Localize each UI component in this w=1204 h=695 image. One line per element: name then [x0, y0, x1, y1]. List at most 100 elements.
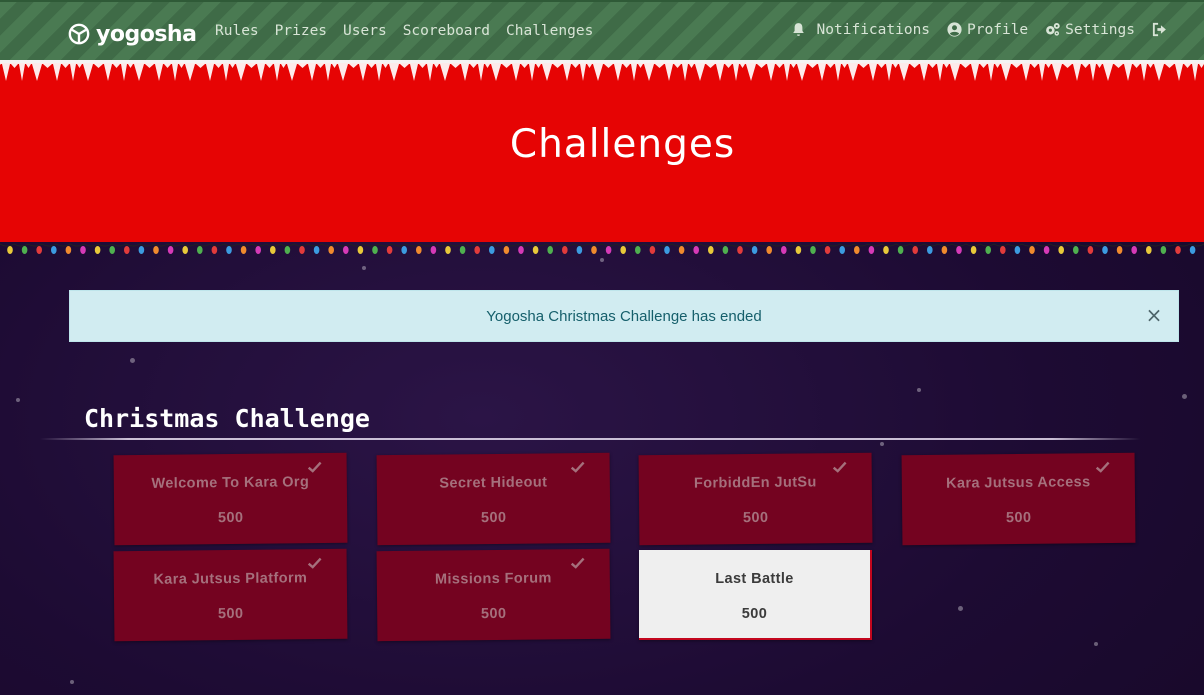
notifications-label: Notifications	[816, 21, 931, 38]
light-bulb	[386, 246, 393, 254]
nav-users-link[interactable]: Users	[343, 23, 387, 39]
light-bulb	[897, 246, 904, 254]
category-title: Christmas Challenge	[84, 404, 370, 433]
snowflake	[16, 398, 20, 402]
light-bulb	[766, 246, 772, 254]
light-bulb	[868, 246, 875, 254]
challenge-card[interactable]: Welcome To Kara Org 500	[113, 452, 348, 546]
light-bulb	[489, 246, 495, 254]
light-bulb	[1029, 246, 1035, 254]
settings-label: Settings	[1065, 21, 1135, 38]
light-bulb	[1131, 246, 1137, 254]
nav-scoreboard-link[interactable]: Scoreboard	[403, 23, 490, 39]
light-bulb	[182, 246, 188, 254]
light-bulb	[605, 246, 612, 254]
light-bulb	[810, 246, 816, 254]
light-bulb	[459, 246, 466, 254]
light-bulb	[255, 246, 261, 254]
challenge-points: 500	[1005, 509, 1032, 527]
check-icon	[570, 557, 585, 569]
light-bulb	[1058, 246, 1064, 254]
yogosha-logo-icon	[68, 23, 90, 45]
challenge-points: 500	[480, 509, 507, 527]
challenge-name: Kara Jutsus Access	[946, 474, 1091, 492]
light-bulb	[211, 246, 218, 254]
nav-notifications-link[interactable]: Notifications	[790, 21, 931, 38]
light-bulb	[649, 246, 656, 254]
light-bulb	[226, 246, 232, 254]
light-bulb	[313, 246, 320, 254]
nav-profile-link[interactable]: Profile	[946, 21, 1028, 38]
challenge-card[interactable]: Kara Jutsus Access 500	[901, 452, 1136, 546]
light-bulb	[970, 246, 977, 254]
top-navbar: yogosha Rules Prizes Users Scoreboard Ch…	[0, 0, 1204, 60]
category-divider	[40, 438, 1140, 440]
nav-challenges-link[interactable]: Challenges	[506, 23, 593, 39]
challenge-card[interactable]: Secret Hideout 500	[376, 452, 611, 546]
check-icon	[832, 461, 847, 473]
light-bulb	[722, 246, 729, 254]
challenge-ended-alert: Yogosha Christmas Challenge has ended ×	[69, 290, 1179, 342]
light-bulb	[138, 246, 145, 254]
light-bulb	[1146, 246, 1152, 254]
challenge-points: 500	[480, 605, 507, 623]
brand-logo-link[interactable]: yogosha	[68, 20, 197, 48]
challenge-points: 500	[741, 606, 768, 622]
nav-prizes-link[interactable]: Prizes	[275, 23, 327, 39]
challenge-name: Secret Hideout	[439, 474, 548, 492]
gears-icon	[1046, 22, 1060, 36]
light-bulb	[985, 246, 991, 254]
nav-settings-link[interactable]: Settings	[1044, 21, 1135, 38]
check-icon	[1095, 461, 1110, 473]
nav-logout-link[interactable]	[1151, 21, 1168, 38]
light-bulb	[664, 246, 670, 254]
main-nav-links: Rules Prizes Users Scoreboard Challenges	[215, 23, 593, 39]
light-bulb	[708, 246, 714, 254]
light-bulb	[1175, 246, 1181, 254]
challenge-name: Welcome To Kara Org	[151, 474, 310, 492]
light-bulb	[445, 246, 451, 254]
light-bulb	[503, 246, 510, 254]
light-bulb	[94, 246, 101, 254]
bell-icon	[792, 23, 804, 36]
challenge-points: 500	[217, 605, 244, 623]
nav-rules-link[interactable]: Rules	[215, 23, 259, 39]
alert-close-button[interactable]: ×	[1142, 303, 1166, 327]
challenge-card-open[interactable]: Last Battle 500	[639, 550, 872, 640]
light-bulb	[474, 246, 481, 254]
light-bulb	[927, 246, 933, 254]
light-bulb	[956, 246, 962, 254]
light-bulb	[737, 246, 743, 254]
light-bulb	[153, 246, 159, 254]
light-bulb	[883, 246, 889, 254]
light-bulb	[328, 246, 335, 254]
challenge-card[interactable]: ForbiddEn JutSu 500	[638, 452, 873, 546]
challenge-name: ForbiddEn JutSu	[693, 474, 817, 492]
user-nav-links: Notifications Profile Settings	[790, 21, 1168, 38]
snowflake	[1182, 394, 1187, 399]
light-bulb	[1189, 246, 1196, 254]
challenge-points: 500	[742, 509, 769, 527]
light-bulb	[21, 246, 28, 254]
light-bulb	[751, 246, 758, 254]
challenge-name: Missions Forum	[434, 570, 552, 588]
light-bulb	[693, 246, 699, 254]
light-bulb	[941, 246, 948, 254]
user-circle-icon	[947, 22, 962, 37]
light-bulb	[430, 246, 437, 254]
snowflake	[880, 442, 884, 446]
light-bulb	[795, 246, 802, 254]
light-bulb	[839, 246, 845, 254]
light-bulb	[1000, 246, 1006, 254]
snowflake	[958, 606, 963, 611]
snowflake	[130, 358, 135, 363]
challenge-card[interactable]: Missions Forum 500	[376, 548, 611, 642]
challenge-card[interactable]: Kara Jutsus Platform 500	[113, 548, 348, 642]
light-bulb	[1043, 246, 1050, 254]
light-bulb	[518, 246, 524, 254]
light-bulb	[781, 246, 787, 254]
light-bulb	[562, 246, 568, 254]
light-bulb	[1102, 246, 1108, 254]
light-bulb	[270, 246, 276, 254]
light-bulb	[1073, 246, 1079, 254]
